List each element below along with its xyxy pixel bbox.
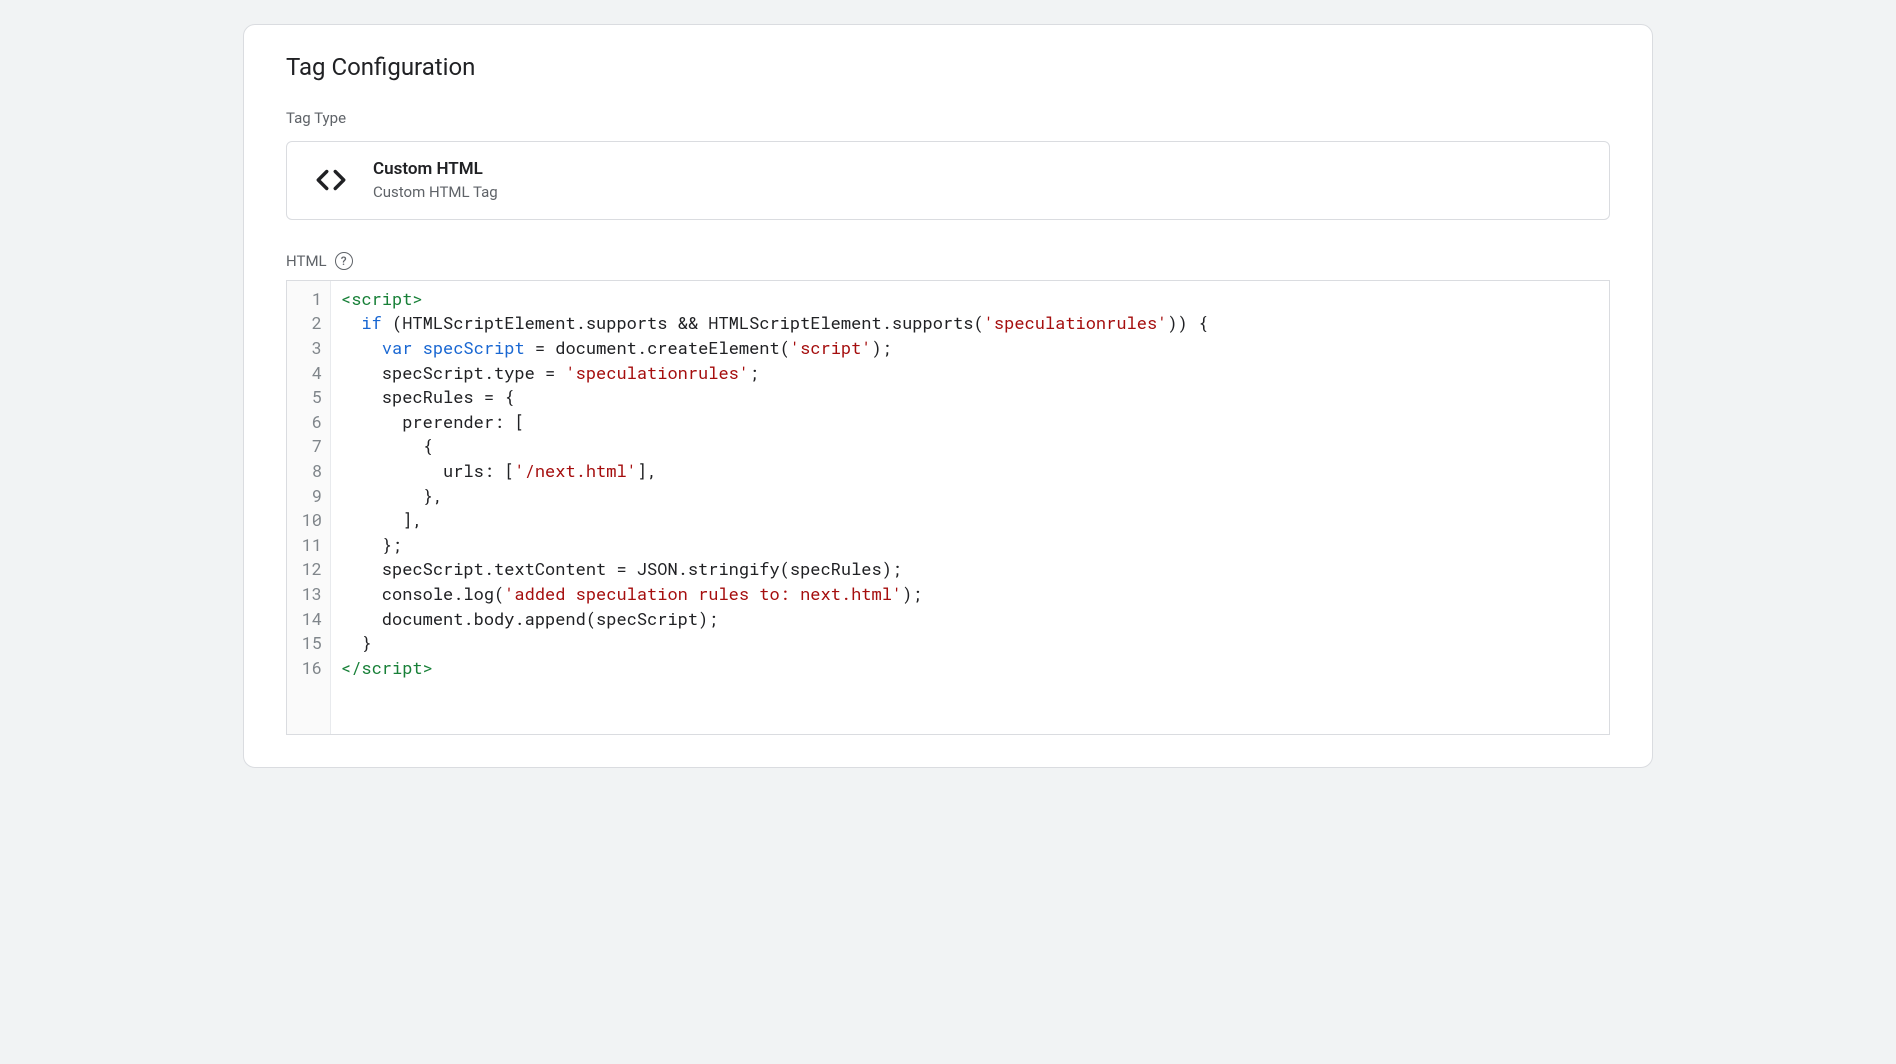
tag-type-title: Custom HTML: [373, 158, 498, 182]
code-editor-gutter: 12345678910111213141516: [287, 281, 331, 734]
html-field-label-row: HTML ?: [286, 252, 1610, 270]
section-title: Tag Configuration: [286, 53, 1610, 81]
tag-type-text: Custom HTML Custom HTML Tag: [373, 158, 498, 203]
tag-type-subtitle: Custom HTML Tag: [373, 182, 498, 203]
html-field-label: HTML: [286, 252, 327, 270]
code-brackets-icon: [311, 160, 351, 200]
tag-type-selector[interactable]: Custom HTML Custom HTML Tag: [286, 141, 1610, 220]
tag-type-label: Tag Type: [286, 109, 1610, 127]
tag-configuration-card: Tag Configuration Tag Type Custom HTML C…: [243, 24, 1653, 768]
help-icon[interactable]: ?: [335, 252, 353, 270]
code-editor-content[interactable]: <script> if (HTMLScriptElement.supports …: [331, 281, 1609, 734]
code-editor[interactable]: 12345678910111213141516 <script> if (HTM…: [286, 280, 1610, 735]
